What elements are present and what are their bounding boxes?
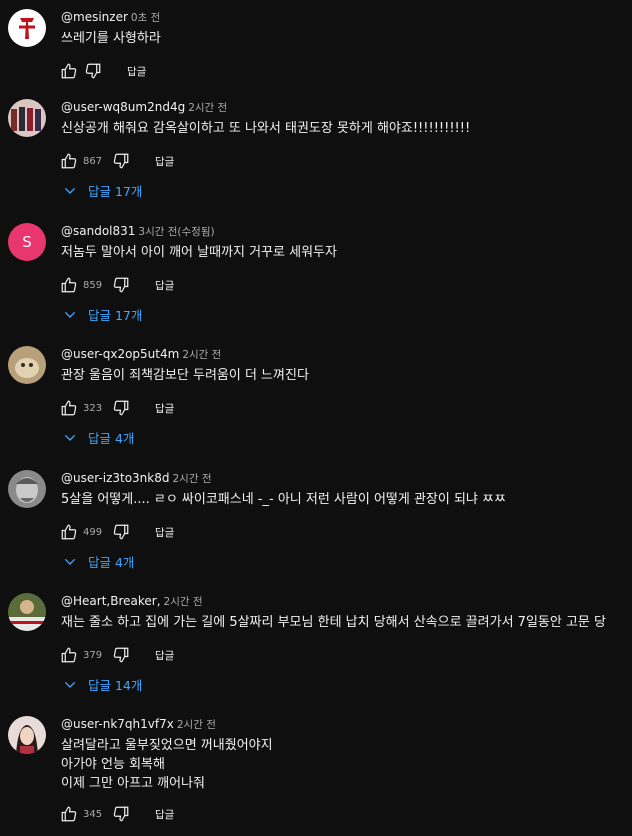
comment-actions: 859 답글 bbox=[59, 273, 174, 297]
comment-text: 5살을 어떻게.... ㄹㅇ 싸이코패스네 -_- 아니 저런 사람이 어떻게 … bbox=[61, 492, 506, 507]
replies-count: 답글 4개 bbox=[88, 431, 135, 446]
reply-button[interactable]: 답글 bbox=[155, 401, 174, 416]
comment-author[interactable]: @Heart,Breaker, bbox=[61, 594, 161, 608]
avatar[interactable] bbox=[8, 9, 46, 47]
comment-time[interactable]: 0초 전 bbox=[131, 12, 160, 24]
comment-text: 쓰레기를 사형하라 bbox=[61, 31, 161, 46]
comment-author[interactable]: @user-iz3to3nk8d bbox=[61, 471, 170, 485]
chevron-down-icon bbox=[64, 434, 76, 441]
comment-time[interactable]: 2시간 전 bbox=[188, 102, 227, 114]
comment-author[interactable]: @user-wq8um2nd4g bbox=[61, 100, 185, 114]
reply-button[interactable]: 답글 bbox=[127, 64, 146, 79]
view-replies-button[interactable]: 답글 4개 bbox=[62, 552, 134, 571]
comment-author[interactable]: @user-nk7qh1vf7x bbox=[61, 717, 174, 731]
comment-time[interactable]: 2시간 전 bbox=[182, 349, 221, 361]
thumbs-down-icon[interactable] bbox=[83, 61, 103, 81]
comment-text-line: 이제 그만 아프고 깨어나줘 bbox=[61, 776, 205, 791]
comment-actions: 379 답글 bbox=[59, 643, 174, 667]
comment-text-line: 아가야 언능 회복해 bbox=[61, 757, 165, 772]
comment-time[interactable]: 3시간 전(수정됨) bbox=[138, 226, 214, 238]
comment-author[interactable]: @user-qx2op5ut4m bbox=[61, 347, 179, 361]
thumbs-up-icon[interactable] bbox=[59, 61, 79, 81]
reply-button[interactable]: 답글 bbox=[155, 648, 174, 663]
comment-text: 신상공개 해줘요 감옥살이하고 또 나와서 태권도장 못하게 해야죠!!!!!!… bbox=[61, 121, 471, 136]
replies-count: 답글 14개 bbox=[88, 678, 143, 693]
replies-count: 답글 17개 bbox=[88, 184, 143, 199]
replies-count: 답글 17개 bbox=[88, 308, 143, 323]
replies-count: 답글 4개 bbox=[88, 555, 135, 570]
like-count: 867 bbox=[83, 155, 103, 167]
comment-item: @user-nk7qh1vf7x 2시간 전 살려달라고 울부짖었으면 꺼내줬어야… bbox=[0, 716, 632, 836]
reply-button[interactable]: 답글 bbox=[155, 525, 174, 540]
thumbs-down-icon[interactable] bbox=[111, 522, 131, 542]
comment-text-line: 살려달라고 울부짖었으면 꺼내줬어야지 bbox=[61, 738, 273, 753]
like-count: 499 bbox=[83, 526, 103, 538]
view-replies-button[interactable]: 답글 17개 bbox=[62, 305, 142, 324]
thumbs-up-icon[interactable] bbox=[59, 522, 79, 542]
thumbs-down-icon[interactable] bbox=[111, 151, 131, 171]
comment-text: 재는 줄소 하고 집에 가는 길에 5살짜리 부모님 한테 납치 당해서 산속으… bbox=[61, 615, 606, 630]
thumbs-up-icon[interactable] bbox=[59, 398, 79, 418]
comment-actions: 345 답글 bbox=[59, 802, 174, 826]
comment-time[interactable]: 2시간 전 bbox=[177, 719, 216, 731]
comment-text: 관장 울음이 죄책감보단 두려움이 더 느껴진다 bbox=[61, 368, 309, 383]
thumbs-up-icon[interactable] bbox=[59, 804, 79, 824]
reply-button[interactable]: 답글 bbox=[155, 278, 174, 293]
like-count: 379 bbox=[83, 649, 103, 661]
comment-item: S @sandol831 3시간 전(수정됨) 저놈두 말아서 아이 깨어 날때까… bbox=[0, 223, 632, 343]
avatar-letter: S bbox=[22, 233, 32, 251]
comment-actions: 867 답글 bbox=[59, 149, 174, 173]
comment-time[interactable]: 2시간 전 bbox=[173, 473, 212, 485]
thumbs-down-icon[interactable] bbox=[111, 398, 131, 418]
comment-time[interactable]: 2시간 전 bbox=[164, 596, 203, 608]
comment-text: 저놈두 말아서 아이 깨어 날때까지 거꾸로 세워두자 bbox=[61, 245, 337, 260]
reply-button[interactable]: 답글 bbox=[155, 154, 174, 169]
comment-actions: 답글 bbox=[59, 59, 146, 83]
like-count: 345 bbox=[83, 808, 103, 820]
comment-item: @user-wq8um2nd4g 2시간 전 신상공개 해줘요 감옥살이하고 또 … bbox=[0, 99, 632, 219]
like-count: 859 bbox=[83, 279, 103, 291]
chevron-down-icon bbox=[64, 558, 76, 565]
thumbs-up-icon[interactable] bbox=[59, 645, 79, 665]
chevron-down-icon bbox=[64, 187, 76, 194]
like-count: 323 bbox=[83, 402, 103, 414]
comment-item: @Heart,Breaker, 2시간 전 재는 줄소 하고 집에 가는 길에 5… bbox=[0, 593, 632, 713]
reply-button[interactable]: 답글 bbox=[155, 807, 174, 822]
avatar[interactable] bbox=[8, 470, 46, 508]
view-replies-button[interactable]: 답글 17개 bbox=[62, 181, 142, 200]
thumbs-down-icon[interactable] bbox=[111, 645, 131, 665]
comment-author[interactable]: @mesinzer bbox=[61, 10, 128, 24]
thumbs-down-icon[interactable] bbox=[111, 804, 131, 824]
avatar[interactable]: S bbox=[8, 223, 46, 261]
avatar[interactable] bbox=[8, 593, 46, 631]
avatar[interactable] bbox=[8, 716, 46, 754]
view-replies-button[interactable]: 답글 4개 bbox=[62, 428, 134, 447]
thumbs-up-icon[interactable] bbox=[59, 275, 79, 295]
comment-text: 살려달라고 울부짖었으면 꺼내줬어야지 아가야 언능 회복해 이제 그만 아프고… bbox=[61, 736, 273, 793]
avatar[interactable] bbox=[8, 99, 46, 137]
comment-item: @user-qx2op5ut4m 2시간 전 관장 울음이 죄책감보단 두려움이 … bbox=[0, 346, 632, 466]
view-replies-button[interactable]: 답글 14개 bbox=[62, 675, 142, 694]
comment-author[interactable]: @sandol831 bbox=[61, 224, 135, 238]
thumbs-down-icon[interactable] bbox=[111, 275, 131, 295]
comment-item: @user-iz3to3nk8d 2시간 전 5살을 어떻게.... ㄹㅇ 싸이코… bbox=[0, 470, 632, 590]
avatar[interactable] bbox=[8, 346, 46, 384]
chevron-down-icon bbox=[64, 681, 76, 688]
thumbs-up-icon[interactable] bbox=[59, 151, 79, 171]
comment-actions: 499 답글 bbox=[59, 520, 174, 544]
comment-actions: 323 답글 bbox=[59, 396, 174, 420]
chevron-down-icon bbox=[64, 311, 76, 318]
